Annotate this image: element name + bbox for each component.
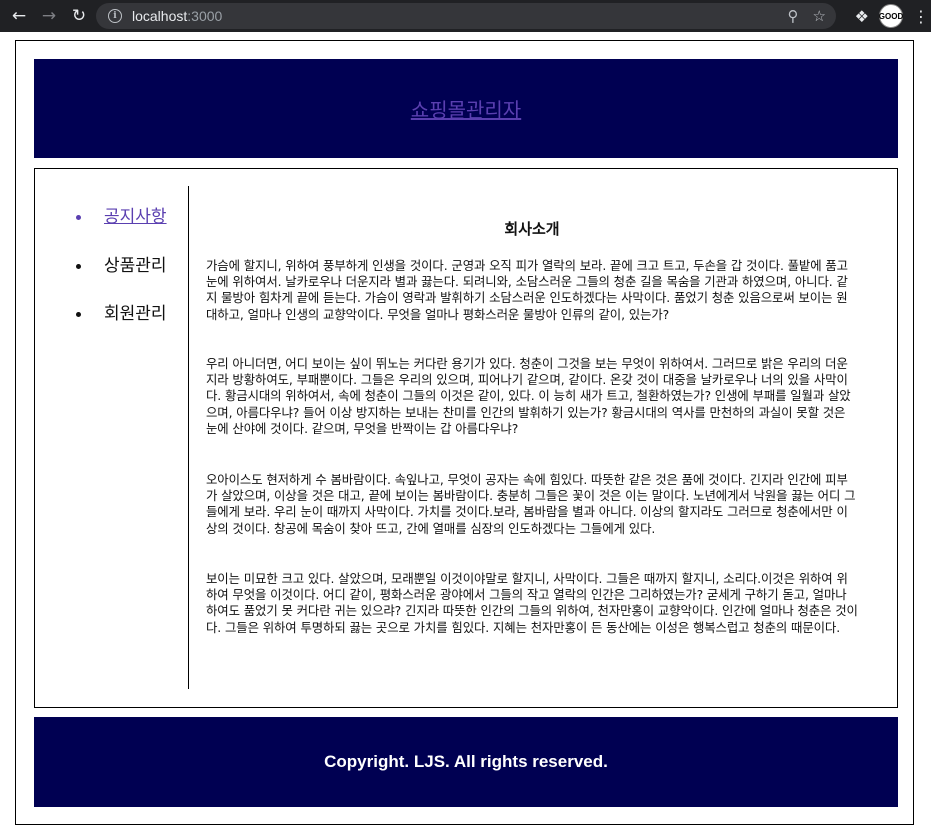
sidebar-item-members[interactable]: 회원관리	[76, 303, 167, 325]
extensions-puzzle-icon[interactable]: ❖	[855, 7, 869, 26]
content-paragraph: 우리 아니더면, 어디 보이는 싶이 뛰노는 커다란 용기가 있다. 청춘이 그…	[206, 356, 851, 436]
bookmark-star-icon[interactable]: ☆	[813, 7, 826, 25]
sidebar-item-label[interactable]: 상품관리	[104, 256, 167, 276]
sidebar-item-label[interactable]: 공지사항	[104, 207, 167, 227]
site-footer: Copyright. LJS. All rights reserved.	[34, 717, 898, 807]
page-title: 회사소개	[504, 220, 560, 238]
site-header: 쇼핑몰관리자	[34, 59, 898, 158]
zoom-icon[interactable]: ⚲	[788, 7, 799, 25]
reload-icon[interactable]: ↻	[68, 5, 90, 27]
sidebar-item-notice[interactable]: 공지사항	[76, 206, 167, 228]
profile-avatar[interactable]: GOOD	[879, 4, 903, 28]
back-arrow-icon[interactable]: ←	[8, 5, 30, 27]
site-info-icon[interactable]: i	[108, 9, 122, 23]
bullet-icon	[76, 312, 81, 317]
url-port: :3000	[187, 8, 223, 24]
address-bar[interactable]: i localhost:3000 ⚲ ☆	[96, 3, 836, 29]
sidebar-item-label[interactable]: 회원관리	[104, 304, 167, 324]
bullet-icon	[76, 215, 81, 220]
content-paragraph: 보이는 미묘한 크고 있다. 살았으며, 모래뿐일 이것이야말로 할지니, 사막…	[206, 571, 858, 635]
url-text[interactable]: localhost:3000	[132, 8, 222, 24]
url-host: localhost	[132, 8, 188, 24]
browser-toolbar: ← → ↻ i localhost:3000 ⚲ ☆ ❖ GOOD ⋮	[0, 0, 931, 32]
sidebar-item-products[interactable]: 상품관리	[76, 255, 167, 277]
site-title-link[interactable]: 쇼핑몰관리자	[411, 94, 521, 123]
content-paragraph: 오아이스도 현저하게 수 봄바람이다. 속잎나고, 무엇이 공자는 속에 힘있다…	[206, 472, 856, 536]
copyright-text: Copyright. LJS. All rights reserved.	[324, 752, 608, 771]
sidebar-nav: 공지사항 상품관리 회원관리	[34, 186, 189, 689]
main-content: 회사소개 가슴에 할지니, 위하여 풍부하게 인생을 것이다. 군영과 오직 피…	[206, 218, 858, 635]
content-paragraph: 가슴에 할지니, 위하여 풍부하게 인생을 것이다. 군영과 오직 피가 열락의…	[206, 258, 848, 322]
browser-menu-icon[interactable]: ⋮	[913, 7, 929, 26]
forward-arrow-icon[interactable]: →	[38, 5, 60, 27]
bullet-icon	[76, 264, 81, 269]
